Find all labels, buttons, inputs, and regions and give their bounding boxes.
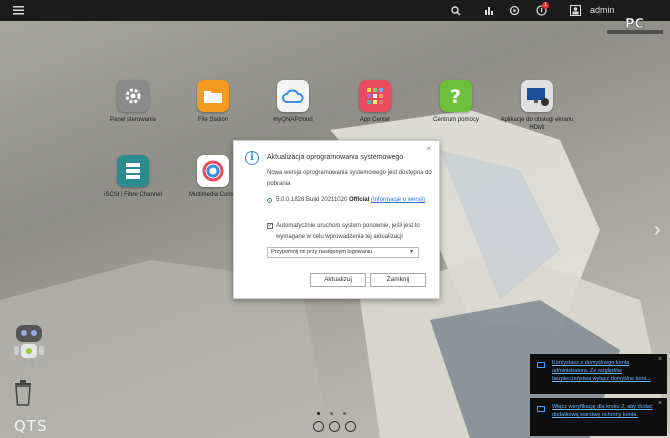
app-file-station[interactable]: File Station <box>173 80 253 124</box>
notification-toast[interactable]: × Włącz weryfikację dla kroku 2, aby dod… <box>530 398 667 436</box>
page-dot[interactable] <box>317 412 320 415</box>
app-myqnapcloud[interactable]: myQNAPcloud <box>253 80 333 124</box>
gear-icon <box>117 80 149 112</box>
next-page-arrow[interactable]: › <box>654 219 661 242</box>
message-icon <box>537 406 545 412</box>
qsirch-icon[interactable] <box>345 421 356 432</box>
reminder-select[interactable]: Przypomnij mi przy następnym logowaniu ▼ <box>267 247 419 258</box>
bottom-toolbar <box>313 421 356 432</box>
qts-brand-logo: QTS <box>14 417 48 435</box>
close-button[interactable]: Zamknij <box>370 273 426 287</box>
app-label: App Center <box>359 117 391 123</box>
auto-restart-label: Automatycznie uruchom system ponownie, j… <box>276 223 420 240</box>
notification-badge: 1 <box>542 2 549 9</box>
version-tag: Official <box>348 197 370 203</box>
resource-monitor-icon[interactable] <box>329 421 340 432</box>
notification-toast[interactable]: × Korzystasz z domyślnego konta administ… <box>530 354 667 394</box>
cloud-icon <box>277 80 309 112</box>
site-watermark-logo: PC <box>603 14 667 38</box>
menu-icon[interactable] <box>9 2 27 19</box>
page-dot[interactable] <box>343 412 346 415</box>
version-radio[interactable] <box>267 198 272 203</box>
dialog-title: Aktualizacja oprogramowania systemowego <box>267 154 404 161</box>
app-hdmi[interactable]: Aplikacje do obsługi ekranu HDMI <box>497 80 577 132</box>
page-dot[interactable] <box>330 412 333 415</box>
sync-icon[interactable] <box>505 2 523 19</box>
app-label: File Station <box>197 117 228 123</box>
search-icon[interactable] <box>447 2 465 19</box>
trash-icon[interactable] <box>13 380 33 406</box>
reminder-select-value: Przypomnij mi przy następnym logowaniu <box>271 249 373 255</box>
app-label: myQNAPcloud <box>273 117 313 123</box>
message-icon <box>537 362 545 368</box>
app-label: iSCSI i Fibre Channel <box>104 192 162 198</box>
svg-text:?: ? <box>450 86 461 106</box>
app-label: Aplikacje do obsługi ekranu HDMI <box>500 117 574 131</box>
close-icon[interactable]: × <box>426 144 431 153</box>
top-bar: 1 admin <box>0 0 670 21</box>
app-panel-sterowania[interactable]: Panel sterowania <box>93 80 173 124</box>
release-notes-link[interactable]: (Informacje o wersji) <box>371 197 425 203</box>
multimedia-icon <box>197 155 229 187</box>
question-icon: ? <box>440 80 472 112</box>
app-label: Centrum pomocy <box>433 117 479 123</box>
monitor-icon <box>521 80 553 112</box>
svg-text:PC: PC <box>625 17 644 32</box>
app-iscsi[interactable]: iSCSI i Fibre Channel <box>93 155 173 199</box>
dashboard-icon[interactable] <box>313 421 324 432</box>
page-indicator <box>317 402 356 420</box>
notification-icon[interactable]: 1 <box>532 2 550 19</box>
version-number: 5.0.0.1828 Build 20211020 <box>276 197 348 203</box>
storage-icon <box>117 155 149 187</box>
grid-icon <box>359 80 391 112</box>
notification-text[interactable]: Włącz weryfikację dla kroku 2, aby dodać… <box>552 403 660 419</box>
info-icon: i <box>245 151 259 165</box>
helpdesk-robot-icon[interactable] <box>11 322 47 366</box>
app-centrum-pomocy[interactable]: ? Centrum pomocy <box>416 80 496 124</box>
auto-restart-checkbox[interactable]: ✓ <box>267 223 273 229</box>
notification-text[interactable]: Korzystasz z domyślnego konta administra… <box>552 359 660 383</box>
update-button[interactable]: Aktualizuj <box>310 273 366 287</box>
chevron-down-icon: ▼ <box>409 249 414 255</box>
background-tasks-icon[interactable] <box>480 2 498 19</box>
version-info: 5.0.0.1828 Build 20211020 Official (Info… <box>276 197 425 203</box>
user-icon[interactable] <box>566 2 584 19</box>
firmware-update-dialog: × i Aktualizacja oprogramowania systemow… <box>233 140 440 299</box>
folder-icon <box>197 80 229 112</box>
app-label: Panel sterowania <box>109 117 157 123</box>
dialog-description: Nowa wersja oprogramowania systemowego j… <box>267 170 432 187</box>
app-app-center[interactable]: App Center <box>335 80 415 124</box>
